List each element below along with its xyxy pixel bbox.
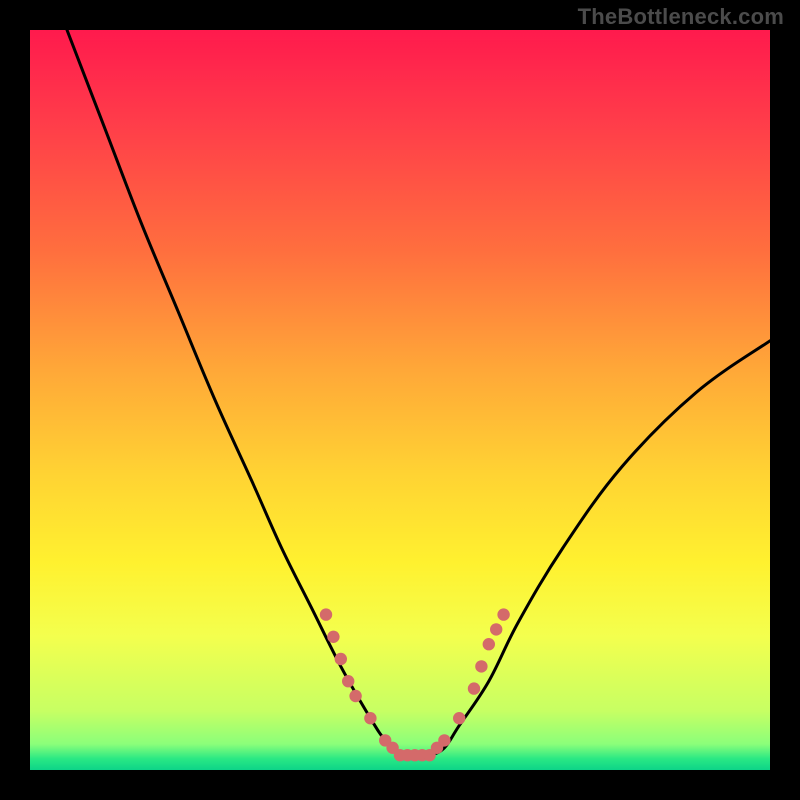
data-dot: [342, 675, 354, 687]
data-dot: [320, 608, 332, 620]
data-dot: [468, 682, 480, 694]
chart-frame: TheBottleneck.com: [0, 0, 800, 800]
plot-area: [30, 30, 770, 770]
data-dot: [335, 653, 347, 665]
data-dot: [490, 623, 502, 635]
data-dot: [483, 638, 495, 650]
watermark-label: TheBottleneck.com: [578, 4, 784, 30]
gradient-background: [30, 30, 770, 770]
data-dot: [475, 660, 487, 672]
data-dot: [327, 631, 339, 643]
data-dot: [349, 690, 361, 702]
data-dot: [364, 712, 376, 724]
data-dot: [497, 608, 509, 620]
data-dot: [453, 712, 465, 724]
data-dot: [438, 734, 450, 746]
chart-svg: [30, 30, 770, 770]
